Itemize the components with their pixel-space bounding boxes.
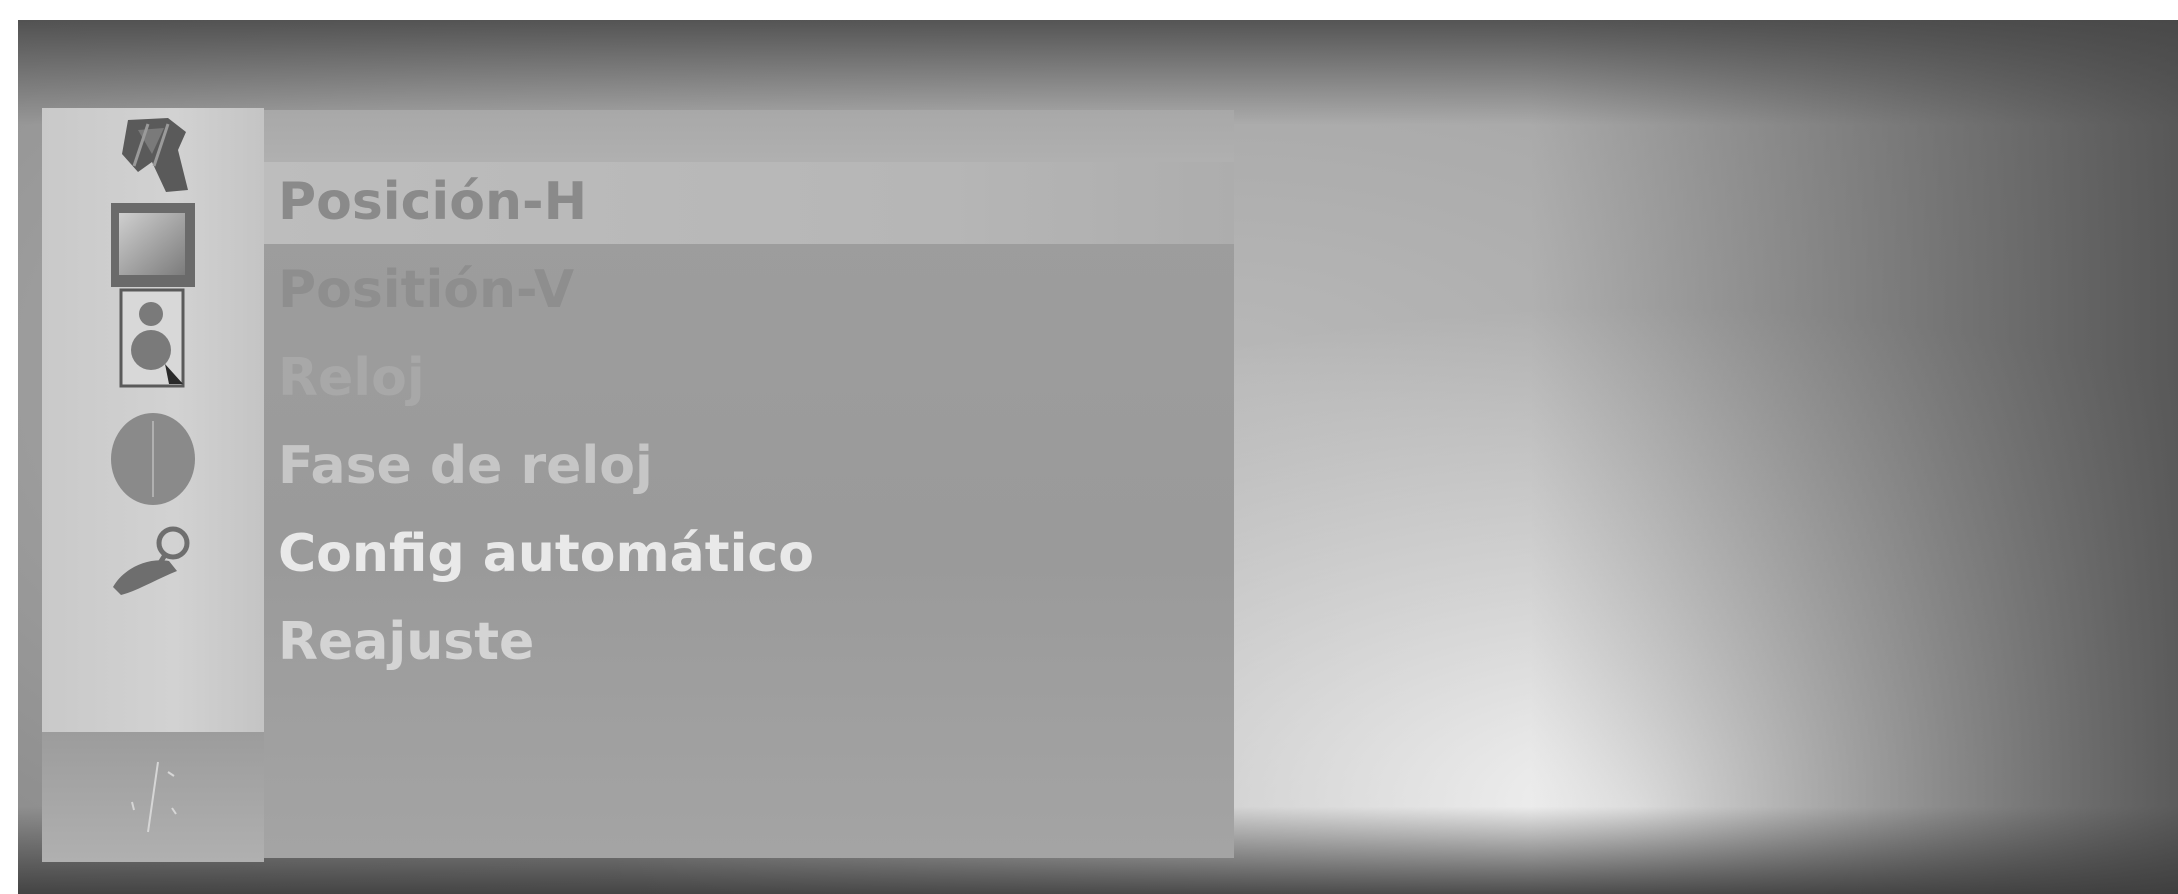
key-icon[interactable] [42,512,264,602]
picture-icon[interactable] [42,200,264,290]
clock-icon[interactable] [42,413,264,505]
menu-item-reajuste[interactable]: Reajuste [278,602,534,682]
menu-item-reloj[interactable]: Reloj [278,338,425,418]
menu-item-fase-de-reloj[interactable]: Fase de reloj [278,426,653,506]
menu-item-config-automatico[interactable]: Config automático [278,514,814,594]
menu-header-strip [264,110,1234,162]
satellite-dish-icon[interactable] [42,110,264,200]
speaker-icon[interactable] [42,288,264,388]
tv-screen: Posición-H Positión-V Reloj Fase de relo… [18,20,2178,894]
menu-category-lower [42,732,264,862]
menu-category-bar [42,108,264,732]
menu-item-posicion-v[interactable]: Positión-V [278,250,574,330]
screen-menu-panel: Posición-H Positión-V Reloj Fase de relo… [264,110,1234,858]
menu-item-posicion-h[interactable]: Posición-H [278,162,587,242]
screen-adjust-icon[interactable] [42,752,264,842]
